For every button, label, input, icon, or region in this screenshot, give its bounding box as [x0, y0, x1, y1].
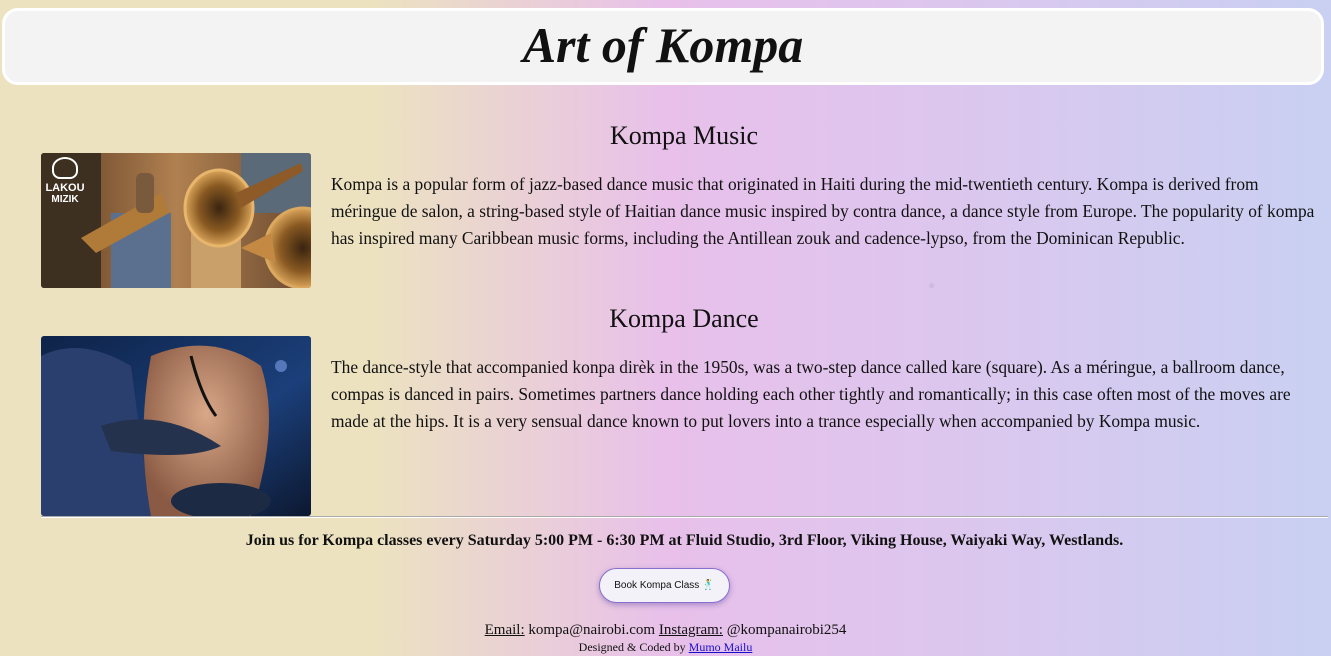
instagram-handle: @kompanairobi254	[726, 622, 847, 638]
ghost-overlay-text: ●	[928, 278, 982, 292]
email-label: Email:	[484, 622, 525, 638]
divider	[41, 516, 1328, 518]
page-title: Art of Kompa	[522, 17, 804, 73]
credit-prefix: Designed & Coded by	[578, 640, 686, 654]
page-header: Art of Kompa	[2, 8, 1324, 85]
dance-section-title: Kompa Dance	[609, 304, 759, 333]
instagram-label: Instagram:	[658, 622, 723, 638]
contact-info: Email: kompa@nairobi.com Instagram: @kom…	[0, 622, 1331, 639]
dancers-illustration	[41, 336, 311, 516]
music-section-title: Kompa Music	[609, 121, 759, 150]
lakou-mizik-logo: LAKOU MIZIK	[45, 157, 85, 205]
book-kompa-class-button[interactable]: Book Kompa Class 🕺	[599, 568, 730, 603]
author-link[interactable]: Mumo Mailu	[689, 640, 753, 654]
logo-emblem-icon	[52, 157, 78, 179]
dancer-icon: 🕺	[702, 580, 715, 591]
music-description: Kompa is a popular form of jazz-based da…	[331, 174, 1315, 248]
footer-credit: Designed & Coded by Mumo Mailu	[0, 640, 1331, 655]
dance-image	[41, 336, 311, 516]
book-button-label: Book Kompa Class	[614, 580, 700, 591]
dance-description: The dance-style that accompanied konpa d…	[331, 357, 1291, 431]
email-value: kompa@nairobi.com	[528, 622, 656, 638]
classes-info: Join us for Kompa classes every Saturday…	[245, 532, 1124, 549]
music-image: LAKOU MIZIK	[41, 153, 311, 288]
